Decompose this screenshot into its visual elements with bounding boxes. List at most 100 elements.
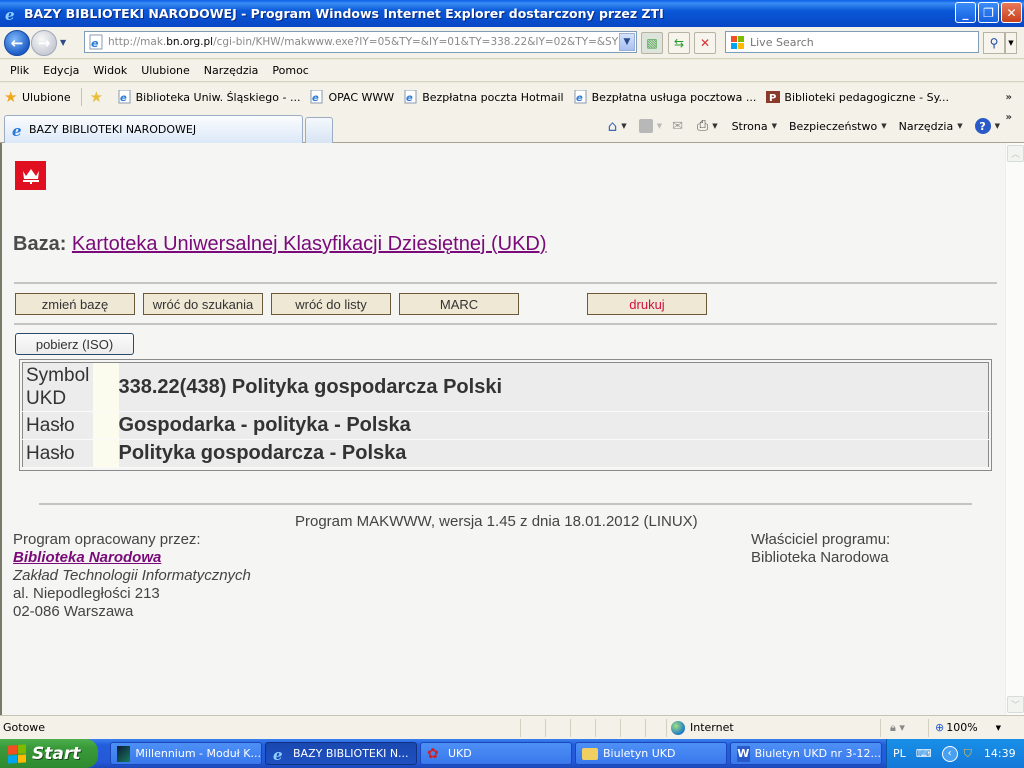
tab-active[interactable]: e BAZY BIBLIOTEKI NARODOWEJ: [4, 115, 303, 143]
show-hidden-icons-button[interactable]: ‹: [941, 745, 958, 762]
svg-text:e: e: [120, 93, 127, 104]
favorite-link[interactable]: e Biblioteka Uniw. Śląskiego - ...: [118, 90, 300, 104]
search-button[interactable]: ⚲: [983, 32, 1005, 54]
tools-menu[interactable]: Narzędzia ▼: [899, 120, 963, 133]
divider: [14, 323, 997, 325]
favorite-link[interactable]: e Bezpłatna poczta Hotmail: [404, 90, 564, 104]
svg-text:e: e: [273, 746, 283, 762]
stop-icon: ✕: [699, 36, 711, 50]
command-bar: ⌂ ▼ ▼ ✉ ⎙ ▼ Strona ▼ Bezpieczeństwo ▼ Narzęd…: [608, 117, 1000, 135]
divider: [80, 88, 82, 106]
refresh-button[interactable]: ⇆: [668, 32, 690, 54]
database-heading: Baza: Kartoteka Uniwersalnej Klasyfikacj…: [13, 233, 547, 255]
page-icon: e: [574, 90, 587, 104]
scroll-down-button[interactable]: ﹀: [1007, 696, 1024, 713]
back-button[interactable]: ←: [4, 30, 30, 56]
favorite-link[interactable]: P Biblioteki pedagogiczne - Sy...: [766, 90, 949, 104]
add-to-favorites-button[interactable]: ★: [90, 90, 108, 105]
zoom-control[interactable]: ⊕ 100% ▼: [935, 721, 1001, 734]
minimize-button[interactable]: _: [955, 2, 976, 23]
security-shield-icon[interactable]: ⛉: [964, 747, 972, 761]
globe-icon: [671, 720, 685, 735]
scroll-up-button[interactable]: ︿: [1007, 145, 1024, 162]
back-to-list-button[interactable]: wróć do listy: [271, 293, 391, 315]
command-overflow-button[interactable]: »: [1006, 112, 1012, 123]
back-to-search-button[interactable]: wróć do szukania: [143, 293, 263, 315]
favorites-button[interactable]: ★ Ulubione: [4, 90, 71, 105]
divider: [39, 503, 972, 505]
address-dropdown-icon[interactable]: ▼: [619, 33, 635, 51]
window-title-bar: e BAZY BIBLIOTEKI NARODOWEJ - Program Wi…: [0, 0, 1024, 27]
feeds-button[interactable]: ▼: [638, 119, 662, 133]
favorite-link[interactable]: e OPAC WWW: [310, 90, 394, 104]
vertical-scrollbar[interactable]: ︿ ﹀: [1005, 143, 1024, 715]
menu-file[interactable]: Plik: [3, 64, 36, 77]
download-iso-button[interactable]: pobierz (ISO): [15, 333, 134, 355]
protected-mode-button[interactable]: 🔒︎ ▾: [890, 721, 905, 735]
compatibility-view-button[interactable]: ▧: [641, 32, 663, 54]
restore-button[interactable]: ❐: [978, 2, 999, 23]
page-icon: e: [310, 90, 323, 104]
taskbar-item[interactable]: W Biuletyn UKD nr 3-12...: [730, 742, 882, 765]
tab-row: e BAZY BIBLIOTEKI NARODOWEJ ⌂ ▼ ▼ ✉ ⎙ ▼ St…: [0, 111, 1024, 143]
marc-button[interactable]: MARC: [399, 293, 519, 315]
security-menu[interactable]: Bezpieczeństwo ▼: [789, 120, 887, 133]
taskbar-item[interactable]: ✿ UKD: [420, 742, 572, 765]
clock: 14:39: [983, 747, 1016, 760]
menu-favorites[interactable]: Ulubione: [134, 64, 197, 77]
menu-edit[interactable]: Edycja: [36, 64, 86, 77]
close-button[interactable]: ✕: [1001, 2, 1022, 23]
status-bar: Gotowe Internet 🔒︎ ▾ ⊕ 100% ▼: [0, 715, 1024, 739]
window-title: BAZY BIBLIOTEKI NARODOWEJ - Program Wind…: [24, 6, 664, 21]
page-viewport: Baza: Kartoteka Uniwersalnej Klasyfikacj…: [0, 143, 1024, 715]
read-mail-button[interactable]: ✉: [672, 119, 683, 134]
search-box[interactable]: [725, 31, 979, 53]
taskbar-item-active[interactable]: e BAZY BIBLIOTEKI N...: [265, 742, 417, 765]
forward-button[interactable]: →: [31, 30, 57, 56]
keyboard-icon[interactable]: ⌨: [916, 747, 932, 760]
new-tab-button[interactable]: [305, 117, 333, 143]
bn-logo: [15, 161, 46, 190]
divider: [14, 282, 997, 284]
ie-logo-icon: e: [5, 6, 15, 22]
print-page-button[interactable]: drukuj: [587, 293, 707, 315]
navigation-bar: ← → ▼ e http://mak.bn.org.pl/cgi-bin/KHW…: [0, 27, 1024, 59]
page-icon: e: [404, 90, 417, 104]
page-menu[interactable]: Strona ▼: [732, 120, 777, 133]
developer-link[interactable]: Biblioteka Narodowa: [13, 549, 161, 566]
language-indicator[interactable]: PL: [893, 747, 906, 760]
svg-text:e: e: [5, 6, 15, 22]
zoom-icon: ⊕: [935, 721, 945, 734]
crown-book-icon: [22, 168, 39, 184]
printer-icon: ⎙: [696, 118, 709, 134]
menu-help[interactable]: Pomoc: [265, 64, 315, 77]
taskbar-item[interactable]: Biuletyn UKD: [575, 742, 727, 765]
search-options-dropdown[interactable]: ▼: [1005, 32, 1017, 54]
version-text: Program MAKWWW, wersja 1.45 z dnia 18.01…: [295, 513, 698, 530]
favorite-link[interactable]: e Bezpłatna usługa pocztowa ...: [574, 90, 756, 104]
stop-button[interactable]: ✕: [694, 32, 716, 54]
lock-icon: 🔒︎: [890, 720, 896, 734]
favorites-overflow-button[interactable]: »: [1006, 92, 1012, 103]
address-url[interactable]: http://mak.bn.org.pl/cgi-bin/KHW/makwww.…: [108, 36, 619, 48]
change-database-button[interactable]: zmień bazę: [15, 293, 135, 315]
address-bar[interactable]: e http://mak.bn.org.pl/cgi-bin/KHW/makww…: [84, 31, 637, 53]
menu-view[interactable]: Widok: [86, 64, 134, 77]
menu-tools[interactable]: Narzędzia: [197, 64, 266, 77]
search-input[interactable]: [750, 35, 978, 49]
word-icon: W: [737, 745, 750, 762]
taskbar-item[interactable]: Millennium - Moduł K...: [110, 742, 262, 765]
rss-icon: [638, 119, 653, 133]
start-button[interactable]: Start: [0, 739, 98, 768]
ie-logo-icon: e: [273, 746, 283, 762]
print-button[interactable]: ⎙ ▼: [697, 118, 718, 134]
table-row: Symbol UKD 338.22(438) Polityka gospodar…: [22, 362, 989, 412]
magnifier-icon: ⚲: [989, 36, 999, 50]
history-dropdown-icon[interactable]: ▼: [60, 38, 66, 47]
compat-icon: ▧: [646, 36, 658, 50]
help-button[interactable]: ? ▼: [974, 118, 1000, 134]
database-link[interactable]: Kartoteka Uniwersalnej Klasyfikacji Dzie…: [72, 233, 547, 255]
security-zone[interactable]: Internet: [671, 720, 734, 735]
windows-live-icon: [731, 36, 744, 49]
home-button[interactable]: ⌂ ▼: [608, 117, 627, 135]
